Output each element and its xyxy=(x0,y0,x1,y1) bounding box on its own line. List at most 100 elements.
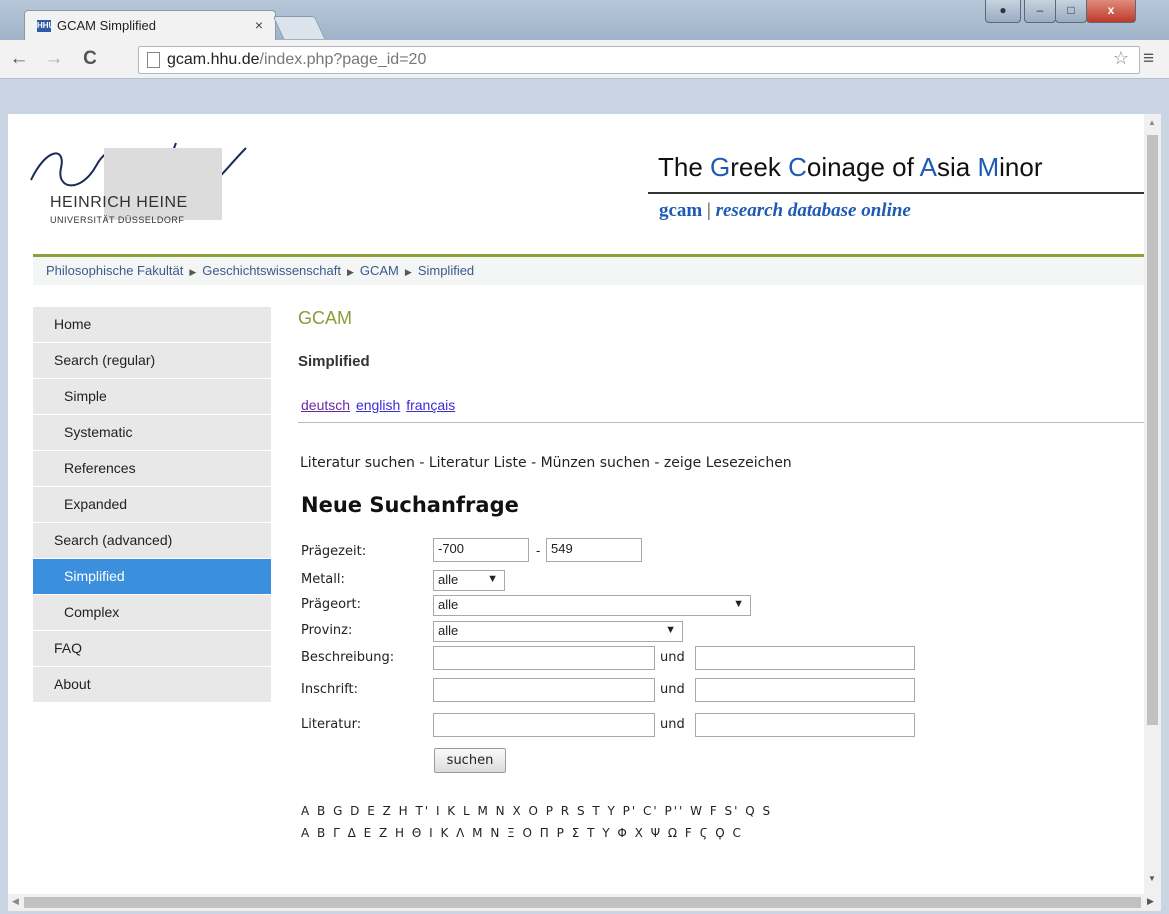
scroll-up-arrow-icon[interactable]: ▲ xyxy=(1148,118,1156,127)
sidebar-item-faq[interactable]: FAQ xyxy=(33,631,271,667)
greek-alphabet-links[interactable]: Α Β Γ Δ Ε Ζ Η Θ Ι Κ Λ Μ Ν Ξ Ο Π Ρ Σ Τ Υ … xyxy=(301,826,743,840)
scroll-down-arrow-icon[interactable]: ▼ xyxy=(1148,874,1156,883)
provinz-label: Provinz: xyxy=(301,623,353,638)
user-profile-icon[interactable]: ● xyxy=(985,0,1021,23)
sidebar-item-search-regular[interactable]: Search (regular) xyxy=(33,343,271,379)
tagline-gcam: gcam xyxy=(659,200,703,221)
browser-window: HHU GCAM Simplified × ● – □ x ← → C gcam… xyxy=(0,0,1169,914)
und-label: und xyxy=(660,650,685,665)
praegeort-label: Prägeort: xyxy=(301,597,361,612)
breadcrumb-item[interactable]: GCAM xyxy=(360,263,399,278)
search-links[interactable]: Literatur suchen - Literatur Liste - Mün… xyxy=(300,455,792,471)
bookmark-star-icon[interactable]: ☆ xyxy=(1113,48,1129,69)
horizontal-scroll-thumb[interactable] xyxy=(24,897,1141,908)
sidebar-item-about[interactable]: About xyxy=(33,667,271,703)
browser-tab[interactable]: HHU GCAM Simplified × xyxy=(24,10,276,41)
sidebar-item-complex[interactable]: Complex xyxy=(33,595,271,631)
title-divider xyxy=(648,192,1144,194)
suchen-button[interactable]: suchen xyxy=(434,748,506,773)
praegezeit-to-input[interactable]: 549 xyxy=(546,538,642,562)
und-label: und xyxy=(660,682,685,697)
horizontal-scrollbar[interactable]: ◀ ▶ xyxy=(8,894,1161,911)
url-host: gcam.hhu.de xyxy=(167,51,260,68)
dropdown-arrow-icon: ▼ xyxy=(665,624,676,636)
praegeort-select[interactable]: alle ▼ xyxy=(433,595,751,616)
title-initial: M xyxy=(977,152,1000,182)
minimize-button[interactable]: – xyxy=(1024,0,1056,23)
maximize-button[interactable]: □ xyxy=(1055,0,1087,23)
vertical-scrollbar[interactable]: ▲ ▼ xyxy=(1144,114,1161,894)
sidebar-item-references[interactable]: References xyxy=(33,451,271,487)
breadcrumb-arrow-icon: ▶ xyxy=(189,267,197,277)
breadcrumb-item[interactable]: Simplified xyxy=(418,263,474,278)
praegeort-value: alle xyxy=(438,597,459,612)
title-initial: A xyxy=(919,152,937,182)
lang-link-english[interactable]: english xyxy=(356,397,400,413)
inschrift-input-2[interactable] xyxy=(695,678,915,702)
new-tab-button[interactable] xyxy=(272,16,326,39)
form-title: Neue Suchanfrage xyxy=(301,493,519,517)
sidebar-item-expanded[interactable]: Expanded xyxy=(33,487,271,523)
literatur-label: Literatur: xyxy=(301,717,362,732)
sidebar-item-simple[interactable]: Simple xyxy=(33,379,271,415)
praegezeit-label: Prägezeit: xyxy=(301,544,367,559)
reload-icon[interactable]: C xyxy=(79,48,101,70)
beschreibung-input-1[interactable] xyxy=(433,646,655,670)
metall-value: alle xyxy=(438,572,459,587)
page-subheading: Simplified xyxy=(298,353,370,370)
tab-title: GCAM Simplified xyxy=(57,18,156,33)
page-viewport: HEINRICH HEINE UNIVERSITÄT DÜSSELDORF Th… xyxy=(8,114,1144,894)
title-initial: C xyxy=(788,152,807,182)
inschrift-label: Inschrift: xyxy=(301,682,359,697)
chrome-menu-icon[interactable]: ≡ xyxy=(1143,48,1154,70)
range-separator: - xyxy=(536,543,541,558)
und-label: und xyxy=(660,717,685,732)
metall-select[interactable]: alle ▼ xyxy=(433,570,505,591)
title-part: oinage of xyxy=(806,152,920,182)
scroll-left-arrow-icon[interactable]: ◀ xyxy=(12,896,19,907)
forward-arrow-icon[interactable]: → xyxy=(43,48,65,70)
page-icon xyxy=(147,52,160,68)
breadcrumb-item[interactable]: Geschichtswissenschaft xyxy=(202,263,341,278)
breadcrumb: Philosophische Fakultät ▶ Geschichtswissen… xyxy=(33,257,1144,285)
beschreibung-input-2[interactable] xyxy=(695,646,915,670)
site-title: The Greek Coinage of Asia Minor xyxy=(658,152,1042,183)
breadcrumb-item[interactable]: Philosophische Fakultät xyxy=(46,263,183,278)
hhu-favicon-icon: HHU xyxy=(37,20,55,32)
title-part: inor xyxy=(999,152,1043,182)
lang-link-deutsch[interactable]: deutsch xyxy=(301,397,350,413)
title-part: reek xyxy=(730,152,789,182)
tagline-text: research database online xyxy=(715,200,911,221)
page-heading: GCAM xyxy=(298,308,352,328)
breadcrumb-arrow-icon: ▶ xyxy=(404,267,412,277)
sidebar-item-search-advanced[interactable]: Search (advanced) xyxy=(33,523,271,559)
site-tagline: gcam | research database online xyxy=(659,200,911,222)
latin-alphabet-links[interactable]: A B G D E Z H T' I K L M N X O P R S T Y… xyxy=(301,804,772,818)
back-arrow-icon[interactable]: ← xyxy=(8,48,30,70)
sidebar-nav: Home Search (regular) Simple Systematic … xyxy=(33,307,271,703)
literatur-input-1[interactable] xyxy=(433,713,655,737)
title-initial: G xyxy=(710,152,731,182)
address-bar[interactable]: gcam.hhu.de/index.php?page_id=20 ☆ xyxy=(138,46,1140,74)
vertical-scroll-thumb[interactable] xyxy=(1147,135,1158,725)
praegezeit-from-input[interactable]: -700 xyxy=(433,538,529,562)
dropdown-arrow-icon: ▼ xyxy=(487,573,498,585)
language-links: deutsch english français xyxy=(301,397,457,413)
close-window-button[interactable]: x xyxy=(1086,0,1136,23)
title-part: The xyxy=(658,152,711,182)
title-part: sia xyxy=(936,152,978,182)
dropdown-arrow-icon: ▼ xyxy=(733,598,744,610)
sidebar-item-systematic[interactable]: Systematic xyxy=(33,415,271,451)
url-path: /index.php?page_id=20 xyxy=(259,51,427,68)
tab-close-icon[interactable]: × xyxy=(255,17,263,33)
breadcrumb-arrow-icon: ▶ xyxy=(346,267,354,277)
inschrift-input-1[interactable] xyxy=(433,678,655,702)
logo-subtitle: UNIVERSITÄT DÜSSELDORF xyxy=(50,215,185,225)
sidebar-item-home[interactable]: Home xyxy=(33,307,271,343)
content-divider xyxy=(298,422,1144,423)
sidebar-item-simplified[interactable]: Simplified xyxy=(33,559,271,595)
literatur-input-2[interactable] xyxy=(695,713,915,737)
lang-link-francais[interactable]: français xyxy=(406,397,455,413)
scroll-right-arrow-icon[interactable]: ▶ xyxy=(1147,896,1154,907)
provinz-select[interactable]: alle ▼ xyxy=(433,621,683,642)
